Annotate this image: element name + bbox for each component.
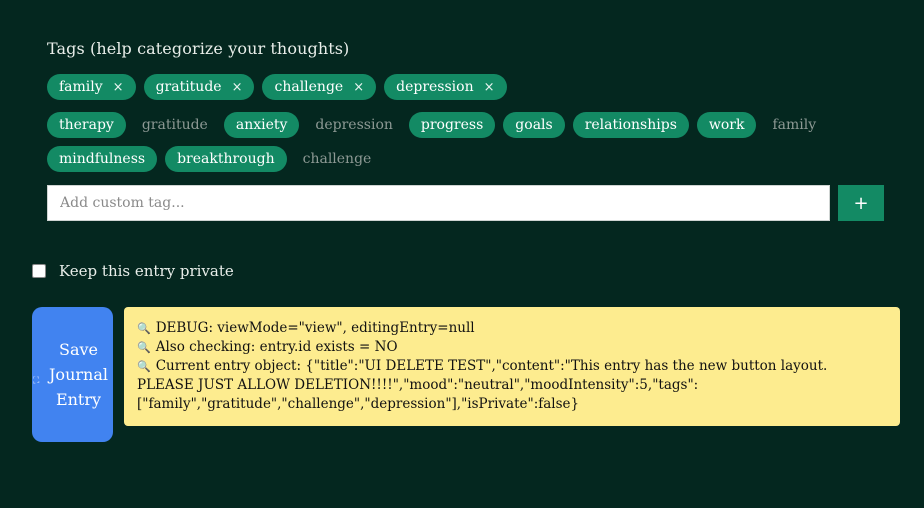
selected-tag-gratitude[interactable]: gratitude × xyxy=(143,74,255,100)
remove-tag-icon[interactable]: × xyxy=(232,80,243,95)
magnifier-icon: 🔍 xyxy=(137,322,151,335)
suggested-tag-gratitude[interactable]: gratitude xyxy=(134,112,216,138)
save-journal-entry-button[interactable]: ⛶ Save Journal Entry xyxy=(32,307,113,442)
magnifier-icon: 🔍 xyxy=(137,360,151,373)
selected-tag-challenge[interactable]: challenge × xyxy=(262,74,377,100)
tag-label: challenge xyxy=(274,79,344,95)
tag-label: family xyxy=(59,79,103,95)
suggested-tag-anxiety[interactable]: anxiety xyxy=(223,112,300,138)
magnifier-icon: 🔍 xyxy=(137,341,151,354)
custom-tag-input[interactable] xyxy=(47,185,830,221)
suggested-tag-challenge[interactable]: challenge xyxy=(295,146,380,172)
debug-line-view-mode: 🔍 DEBUG: viewMode="view", editingEntry=nu… xyxy=(137,320,475,336)
private-checkbox[interactable] xyxy=(32,264,46,278)
suggested-tag-breakthrough[interactable]: breakthrough xyxy=(165,146,287,172)
tag-label: depression xyxy=(396,79,474,95)
suggested-tags-row-1: therapy gratitude anxiety depression pro… xyxy=(47,112,824,138)
suggested-tag-relationships[interactable]: relationships xyxy=(572,112,689,138)
remove-tag-icon[interactable]: × xyxy=(353,80,364,95)
save-icon: ⛶ xyxy=(33,376,40,386)
suggested-tag-therapy[interactable]: therapy xyxy=(47,112,126,138)
suggested-tag-work[interactable]: work xyxy=(696,112,757,138)
remove-tag-icon[interactable]: × xyxy=(484,80,495,95)
debug-line-entry-object: 🔍 Current entry object: {"title":"UI DELE… xyxy=(137,358,828,412)
selected-tag-depression[interactable]: depression × xyxy=(384,74,507,100)
suggested-tags-row-2: mindfulness breakthrough challenge xyxy=(47,146,379,172)
tag-label: gratitude xyxy=(155,79,222,95)
private-label[interactable]: Keep this entry private xyxy=(59,262,234,280)
suggested-tag-progress[interactable]: progress xyxy=(408,112,496,138)
suggested-tag-depression[interactable]: depression xyxy=(307,112,400,138)
add-tag-button[interactable]: + xyxy=(838,185,884,221)
suggested-tag-mindfulness[interactable]: mindfulness xyxy=(47,146,158,172)
selected-tag-family[interactable]: family × xyxy=(47,74,136,100)
suggested-tag-goals[interactable]: goals xyxy=(503,112,565,138)
remove-tag-icon[interactable]: × xyxy=(113,80,124,95)
selected-tags: family × gratitude × challenge × depress… xyxy=(47,74,507,100)
private-toggle-row: Keep this entry private xyxy=(32,262,234,280)
tags-heading: Tags (help categorize your thoughts) xyxy=(47,39,350,58)
debug-line-entry-id: 🔍 Also checking: entry.id exists = NO xyxy=(137,339,398,355)
debug-panel: 🔍 DEBUG: viewMode="view", editingEntry=nu… xyxy=(124,307,900,426)
suggested-tag-family[interactable]: family xyxy=(764,112,824,138)
save-button-label: Save Journal Entry xyxy=(49,340,108,409)
